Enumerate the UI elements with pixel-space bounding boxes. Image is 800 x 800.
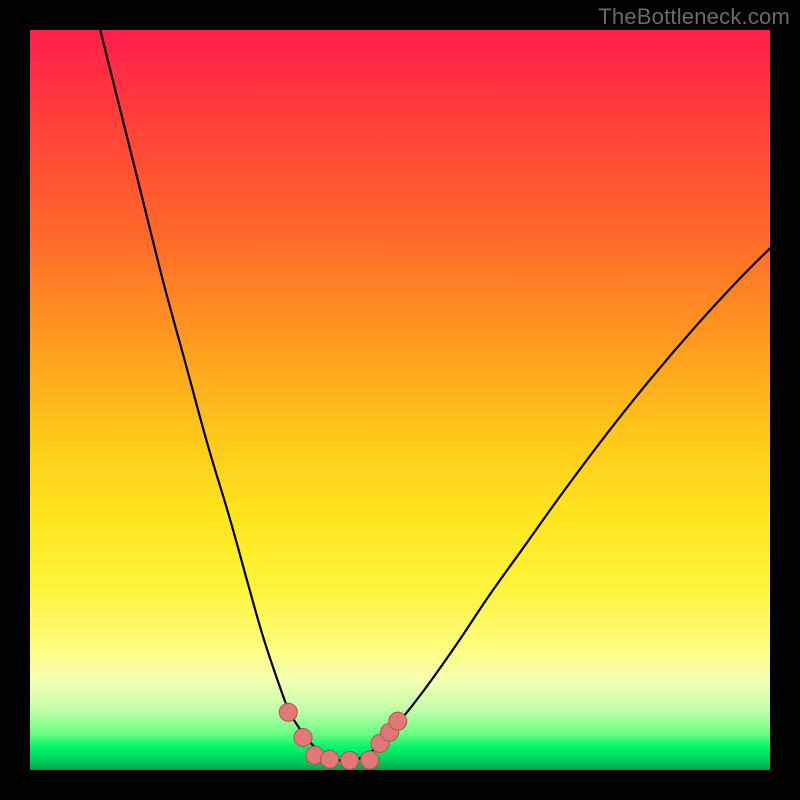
trough-marker [279,703,297,721]
left-curve [100,30,348,761]
trough-marker [361,751,379,769]
chart-stage: TheBottleneck.com [0,0,800,800]
curve-layer [30,30,770,770]
trough-marker [389,712,407,730]
trough-marker [341,751,359,769]
trough-markers [279,703,407,769]
trough-marker [321,750,339,768]
plot-area [30,30,770,770]
right-curve [348,248,770,760]
watermark-text: TheBottleneck.com [598,4,790,30]
trough-marker [294,728,312,746]
